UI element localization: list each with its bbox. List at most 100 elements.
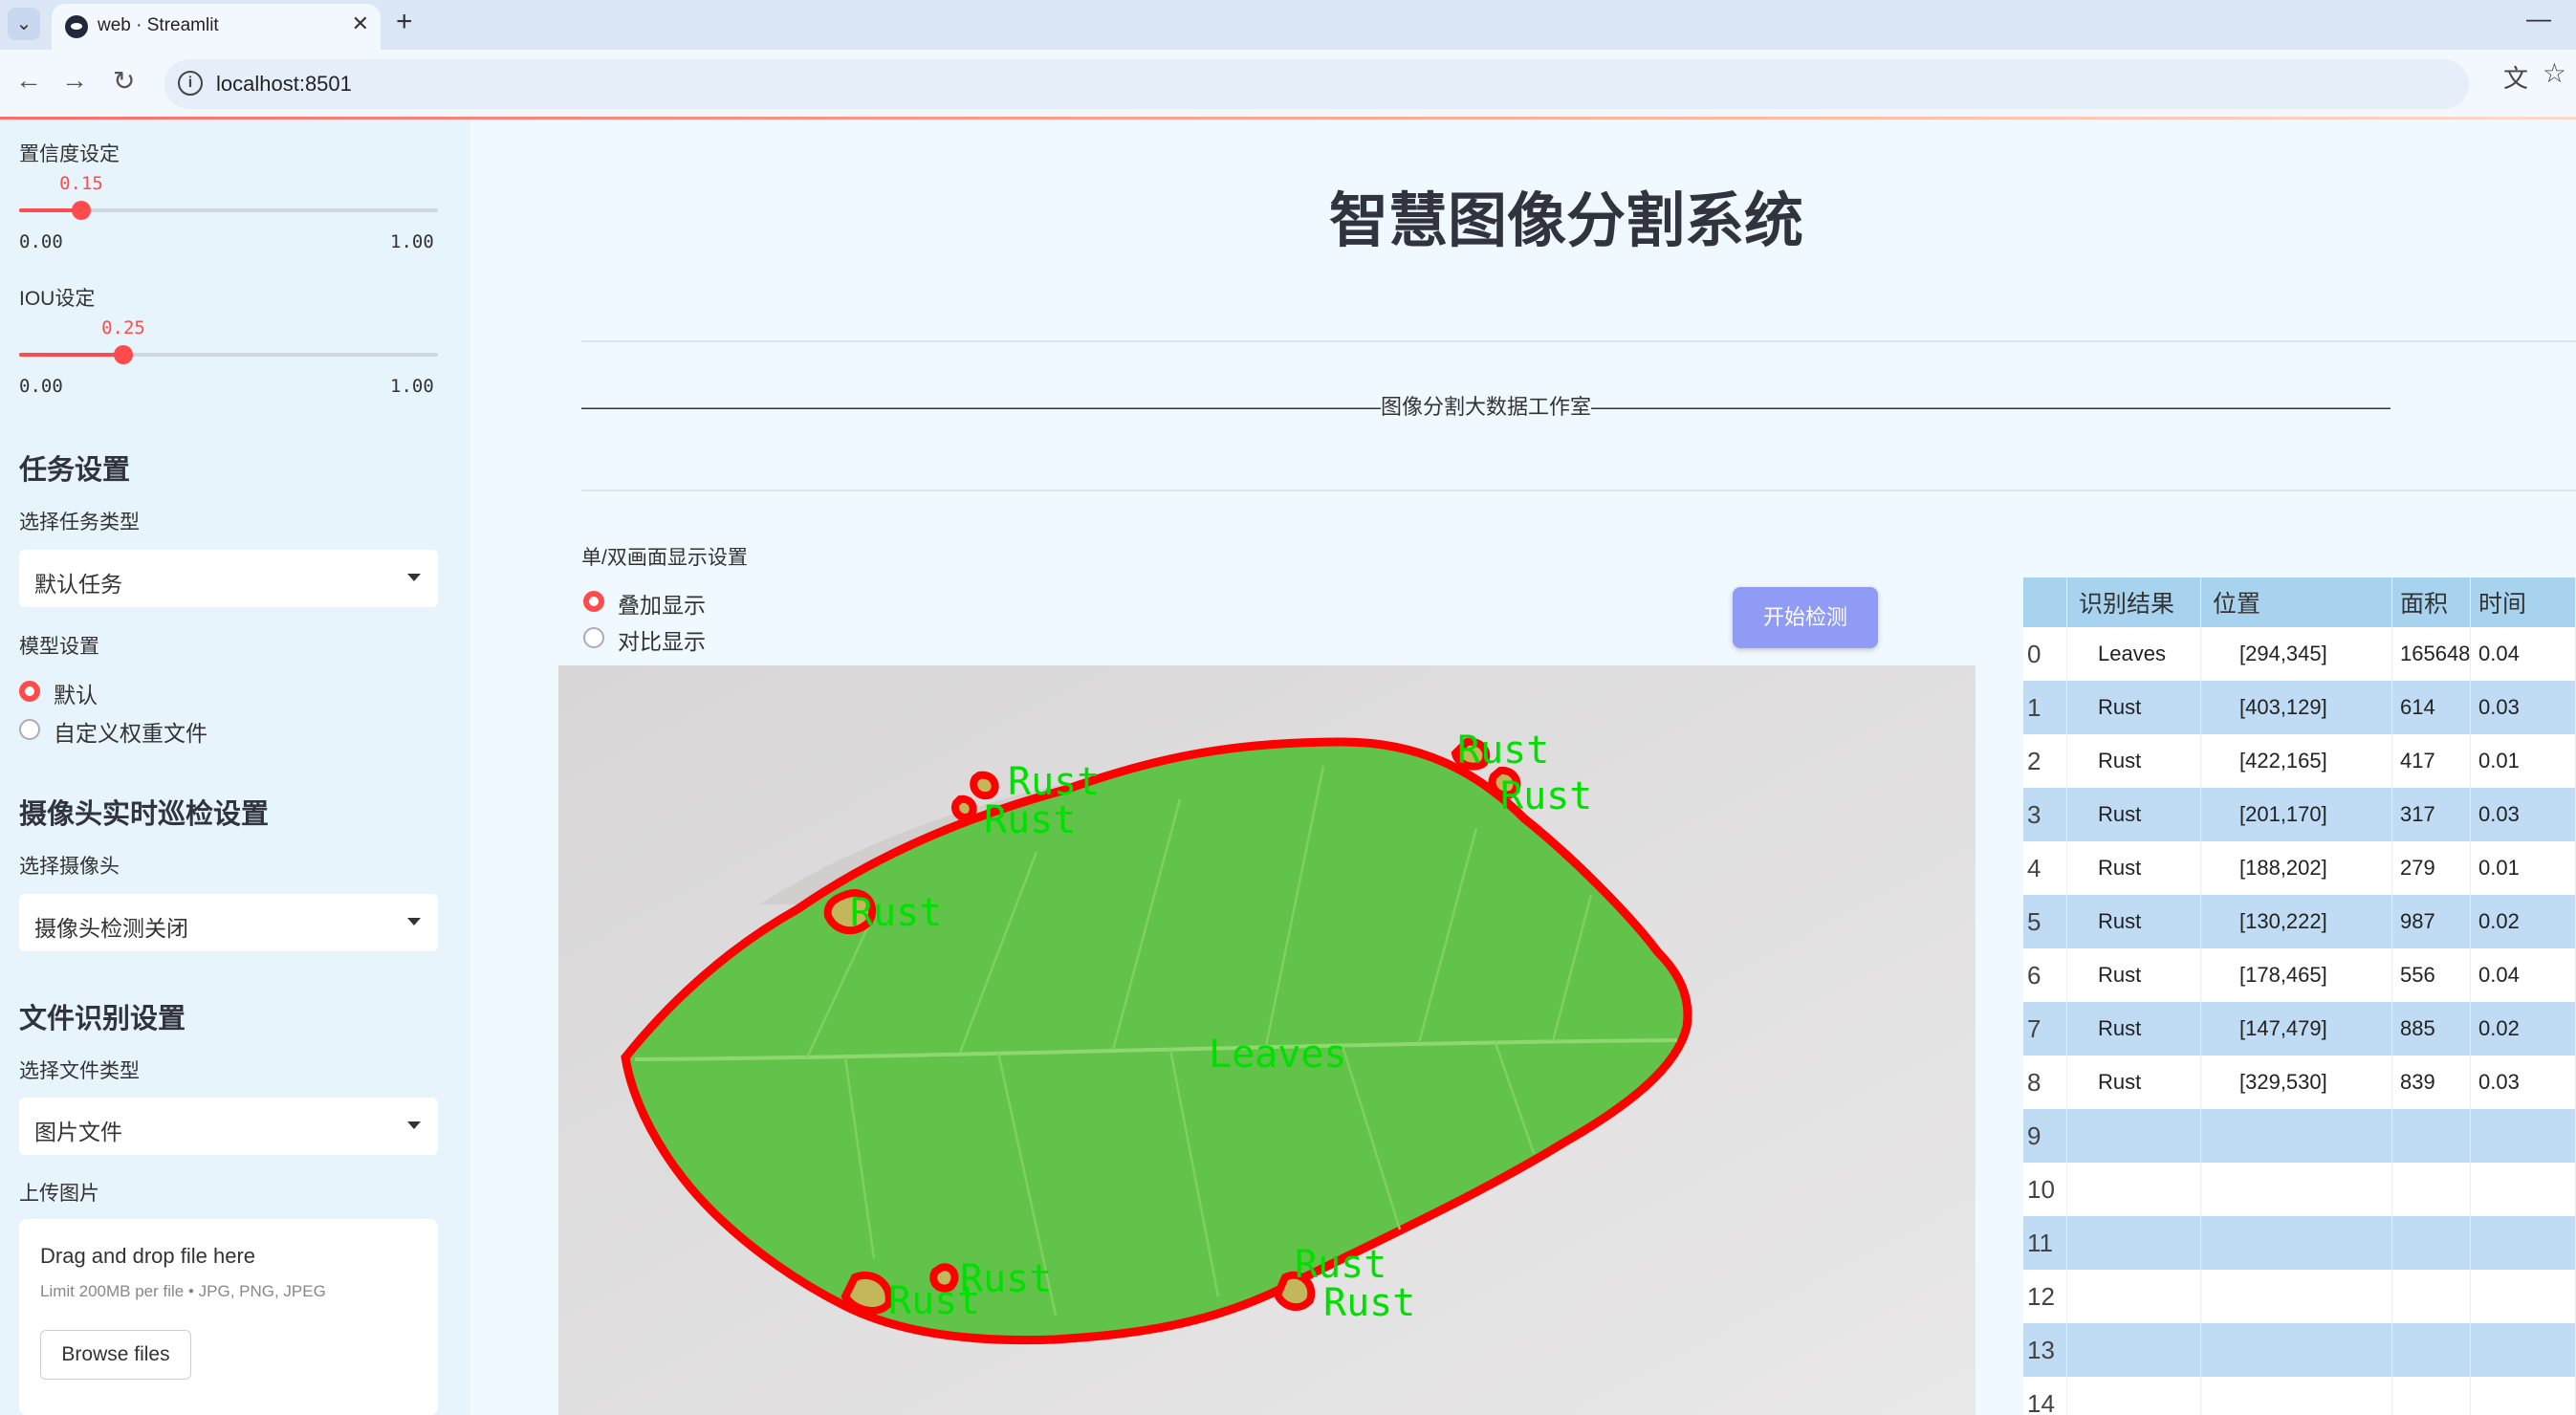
table-row[interactable]: 5 Rust [130,222] 987 0.02 — [2023, 895, 2576, 948]
row-time: 0.03 — [2471, 1056, 2576, 1109]
table-row[interactable]: 12 — [2023, 1270, 2576, 1323]
table-row[interactable]: 10 — [2023, 1163, 2576, 1216]
row-result: Rust — [2067, 681, 2201, 734]
chevron-down-icon — [407, 574, 421, 581]
row-result — [2067, 1270, 2201, 1323]
table-row[interactable]: 13 — [2023, 1323, 2576, 1377]
table-row[interactable]: 4 Rust [188,202] 279 0.01 — [2023, 841, 2576, 895]
close-icon[interactable]: ✕ — [352, 11, 369, 36]
header-time[interactable]: 时间 — [2471, 577, 2576, 627]
file-dropzone[interactable]: Drag and drop file here Limit 200MB per … — [19, 1219, 438, 1415]
minimize-icon[interactable]: — — [2526, 4, 2551, 33]
camera-select[interactable]: 摄像头检测关闭 — [19, 894, 438, 951]
results-table[interactable]: 识别结果 位置 面积 时间 0 Leaves [294,345] 165648 0.04… — [2023, 577, 2576, 1415]
confidence-min: 0.00 — [19, 231, 63, 252]
iou-slider-thumb[interactable] — [114, 345, 133, 364]
row-result — [2067, 1109, 2201, 1163]
row-result: Rust — [2067, 895, 2201, 948]
rust-spot — [951, 795, 977, 821]
table-row[interactable]: 7 Rust [147,479] 885 0.02 — [2023, 1002, 2576, 1056]
browse-files-button[interactable]: Browse files — [40, 1330, 191, 1380]
model-radio-custom[interactable] — [19, 719, 40, 740]
row-position: [403,129] — [2201, 681, 2392, 734]
segmentation-result-image: Rust Rust Rust Rust Rust Rust Leaves Rus… — [558, 665, 1976, 1415]
dropzone-hint: Limit 200MB per file • JPG, PNG, JPEG — [40, 1282, 326, 1300]
page-title: 智慧图像分割系统 — [1329, 188, 1804, 254]
table-row[interactable]: 9 — [2023, 1109, 2576, 1163]
row-area: 614 — [2392, 681, 2471, 734]
row-area: 556 — [2392, 948, 2471, 1002]
translate-icon[interactable]: 文 — [2503, 59, 2528, 95]
file-type-select[interactable]: 图片文件 — [19, 1098, 438, 1155]
task-type-select[interactable]: 默认任务 — [19, 550, 438, 607]
start-detection-button[interactable]: 开始检测 — [1733, 587, 1878, 648]
label-rust: Rust — [984, 798, 1076, 842]
table-row[interactable]: 8 Rust [329,530] 839 0.03 — [2023, 1056, 2576, 1109]
table-row[interactable]: 6 Rust [178,465] 556 0.04 — [2023, 948, 2576, 1002]
url-text[interactable]: localhost:8501 — [216, 72, 352, 97]
divider-top — [581, 340, 2576, 342]
label-rust: Rust — [1457, 729, 1549, 773]
model-radio-default[interactable] — [19, 681, 40, 702]
iou-slider[interactable] — [19, 345, 438, 364]
display-radio-compare[interactable] — [583, 627, 604, 648]
confidence-slider-thumb[interactable] — [72, 201, 91, 220]
row-position — [2201, 1377, 2392, 1415]
header-area[interactable]: 面积 — [2392, 577, 2471, 627]
row-result: Rust — [2067, 841, 2201, 895]
row-area — [2392, 1109, 2471, 1163]
iou-label: IOU设定 — [19, 288, 96, 310]
label-rust: Rust — [1500, 774, 1592, 818]
tab-search-icon[interactable]: ⌄ — [8, 8, 40, 40]
table-row[interactable]: 2 Rust [422,165] 417 0.01 — [2023, 734, 2576, 788]
table-row[interactable]: 11 — [2023, 1216, 2576, 1270]
header-position[interactable]: 位置 — [2201, 577, 2392, 627]
new-tab-icon[interactable]: + — [396, 6, 413, 38]
file-heading: 文件识别设置 — [19, 1004, 186, 1034]
table-row[interactable]: 0 Leaves [294,345] 165648 0.04 — [2023, 627, 2576, 681]
reload-icon[interactable]: ↻ — [113, 65, 135, 97]
row-time: 0.03 — [2471, 681, 2576, 734]
rust-spot — [840, 1272, 893, 1315]
bookmark-star-icon[interactable]: ☆ — [2543, 57, 2566, 89]
row-result — [2067, 1377, 2201, 1415]
row-position — [2201, 1323, 2392, 1377]
header-result[interactable]: 识别结果 — [2067, 577, 2201, 627]
row-area — [2392, 1323, 2471, 1377]
row-time: 0.02 — [2471, 895, 2576, 948]
row-result: Rust — [2067, 734, 2201, 788]
browser-tab[interactable]: web · Streamlit ✕ — [52, 4, 381, 50]
display-radio-overlay[interactable] — [583, 591, 604, 612]
row-position: [201,170] — [2201, 788, 2392, 841]
display-option-overlay[interactable]: 叠加显示 — [618, 587, 706, 620]
row-time: 0.01 — [2471, 841, 2576, 895]
camera-heading: 摄像头实时巡检设置 — [19, 799, 270, 830]
row-index: 14 — [2023, 1377, 2067, 1415]
row-index: 11 — [2023, 1216, 2067, 1270]
row-area: 987 — [2392, 895, 2471, 948]
url-field[interactable]: i localhost:8501 — [164, 59, 2469, 109]
display-mode-label: 单/双画面显示设置 — [581, 547, 748, 569]
confidence-slider[interactable] — [19, 201, 438, 220]
sidebar: 置信度设定 0.15 0.00 1.00 IOU设定 0.25 0.00 1.0… — [0, 120, 470, 1415]
back-icon[interactable]: ← — [15, 65, 42, 96]
row-index: 4 — [2023, 841, 2067, 895]
row-index: 1 — [2023, 681, 2067, 734]
model-label: 模型设置 — [19, 636, 99, 658]
model-option-default[interactable]: 默认 — [54, 677, 98, 709]
label-leaves: Leaves — [1209, 1033, 1347, 1077]
row-index: 9 — [2023, 1109, 2067, 1163]
info-icon[interactable]: i — [178, 71, 203, 96]
browser-tabbar: ⌄ web · Streamlit ✕ + — — [0, 0, 2576, 50]
table-row[interactable]: 1 Rust [403,129] 614 0.03 — [2023, 681, 2576, 734]
table-row[interactable]: 3 Rust [201,170] 317 0.03 — [2023, 788, 2576, 841]
forward-icon[interactable]: → — [61, 65, 88, 96]
row-position: [294,345] — [2201, 627, 2392, 681]
table-row[interactable]: 14 — [2023, 1377, 2576, 1415]
row-area: 839 — [2392, 1056, 2471, 1109]
row-result: Leaves — [2067, 627, 2201, 681]
model-option-custom[interactable]: 自定义权重文件 — [54, 715, 207, 748]
display-option-compare[interactable]: 对比显示 — [618, 623, 706, 656]
header-index — [2023, 577, 2067, 627]
row-result: Rust — [2067, 1056, 2201, 1109]
